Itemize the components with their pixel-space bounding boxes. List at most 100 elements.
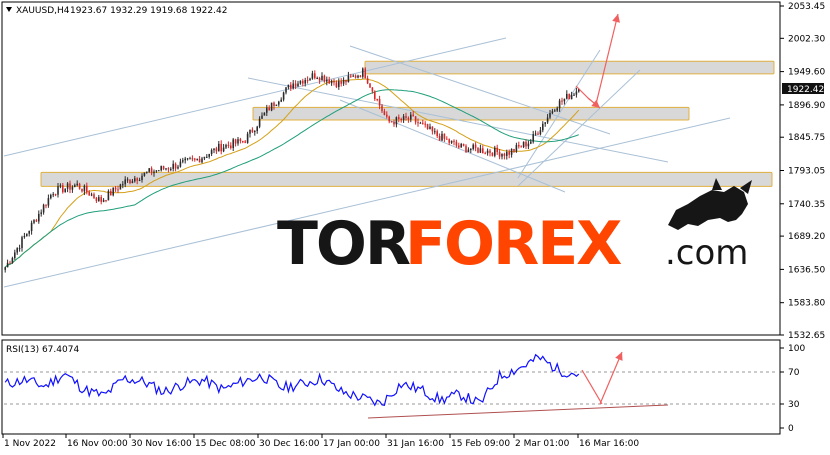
candle-body — [153, 171, 155, 174]
price-tick-label: 1583.80 — [788, 299, 825, 309]
candle-body — [309, 78, 311, 81]
candle-body — [484, 153, 486, 155]
candle-body — [21, 237, 23, 249]
candle-body — [510, 148, 513, 155]
time-tick-label: 30 Dec 16:00 — [259, 439, 320, 449]
candle-body — [508, 152, 510, 155]
candle-body — [90, 194, 93, 196]
candle-body — [206, 156, 208, 158]
ohlc-values: 1923.67 1932.29 1919.68 1922.42 — [70, 6, 227, 16]
candle-body — [33, 220, 35, 223]
candle-body — [222, 147, 225, 152]
candle-body — [330, 80, 333, 84]
price-axis: 2053.45 2002.30 1949.60 1896.90 1845.75 1793.… — [780, 2, 825, 341]
candle-body — [9, 262, 11, 264]
candle-body — [532, 134, 534, 142]
candle-body — [486, 150, 489, 154]
candle-body — [518, 144, 520, 147]
time-tick-label: 16 Nov 00:00 — [67, 439, 128, 449]
price-zone — [40, 171, 773, 187]
candle-body — [78, 183, 81, 189]
time-tick-label: 2 Mar 01:00 — [515, 439, 570, 449]
candle-body — [395, 117, 398, 125]
rsi-panel-frame — [1, 339, 781, 435]
price-tick-label: 1949.60 — [788, 68, 825, 78]
candle-body — [186, 158, 189, 160]
candle-body — [371, 87, 374, 92]
candle-body — [129, 179, 131, 184]
candle-body — [184, 158, 186, 161]
candle-body — [249, 129, 251, 134]
price-tick-label: 1636.50 — [788, 265, 825, 275]
candle-body — [448, 139, 450, 143]
candle-body — [335, 82, 338, 87]
rsi-label: RSI(13) 67.4074 — [6, 345, 79, 355]
candle-body — [170, 168, 172, 170]
candle-body — [119, 184, 122, 190]
candle-body — [491, 152, 494, 156]
candle-body — [422, 122, 424, 124]
candle-body — [218, 143, 220, 152]
candle-body — [477, 147, 479, 153]
price-chart-canvas: XAUUSD,H4 1923.67 1932.29 1919.68 1922.4… — [1, 1, 825, 449]
candle-body — [81, 188, 83, 192]
candle-body — [568, 93, 570, 100]
candle-body — [515, 144, 518, 152]
candle-body — [292, 83, 294, 89]
candle-body — [306, 80, 309, 82]
candle-body — [74, 185, 76, 187]
candle-body — [314, 73, 316, 79]
candle-body — [460, 144, 462, 148]
candle-body — [18, 248, 21, 250]
rsi-tick-label: 100 — [788, 344, 805, 354]
candle-body — [352, 75, 354, 77]
candle-body — [182, 160, 184, 162]
candle-body — [374, 91, 376, 99]
time-tick-label: 15 Dec 08:00 — [195, 439, 256, 449]
candle-body — [93, 194, 95, 198]
candle-body — [436, 131, 438, 137]
candle-body — [503, 153, 506, 156]
candle-body — [146, 171, 148, 173]
candle-body — [383, 111, 386, 115]
time-tick-label: 15 Feb 09:00 — [451, 439, 510, 449]
candle-body — [117, 189, 119, 191]
candle-body — [467, 149, 470, 153]
candle-body — [563, 98, 566, 102]
candle-body — [357, 75, 359, 78]
candle-body — [98, 197, 100, 202]
candle-body — [194, 158, 196, 160]
candle-body — [290, 84, 292, 89]
candle-body — [131, 181, 134, 184]
candle-body — [527, 143, 530, 147]
candle-body — [174, 163, 177, 169]
price-tick-label: 1845.75 — [788, 133, 825, 143]
price-tick-label: 2002.30 — [788, 34, 825, 44]
candle-body — [237, 139, 239, 144]
candle-body — [270, 102, 273, 111]
candle-body — [520, 146, 522, 148]
candle-body — [179, 161, 182, 167]
candle-body — [189, 158, 191, 160]
candle-body — [52, 194, 54, 196]
candle-body — [407, 117, 410, 120]
candle-body — [362, 68, 364, 77]
candle-body — [95, 197, 98, 202]
candle-body — [376, 98, 378, 100]
candle-body — [71, 186, 74, 190]
price-tick-label: 1793.05 — [788, 167, 825, 177]
candle-body — [513, 148, 515, 152]
candle-body — [148, 168, 150, 172]
candle-body — [338, 81, 340, 87]
candle-body — [431, 126, 434, 132]
candle-body — [414, 116, 417, 123]
candle-body — [302, 80, 304, 84]
candle-body — [16, 248, 18, 253]
candle-body — [326, 79, 328, 82]
candle-body — [393, 122, 395, 125]
rsi-tick-label: 30 — [788, 400, 800, 410]
candle-body — [417, 122, 419, 124]
candle-body — [162, 166, 165, 169]
candle-body — [76, 183, 78, 186]
price-tick-label: 2053.45 — [788, 2, 825, 12]
